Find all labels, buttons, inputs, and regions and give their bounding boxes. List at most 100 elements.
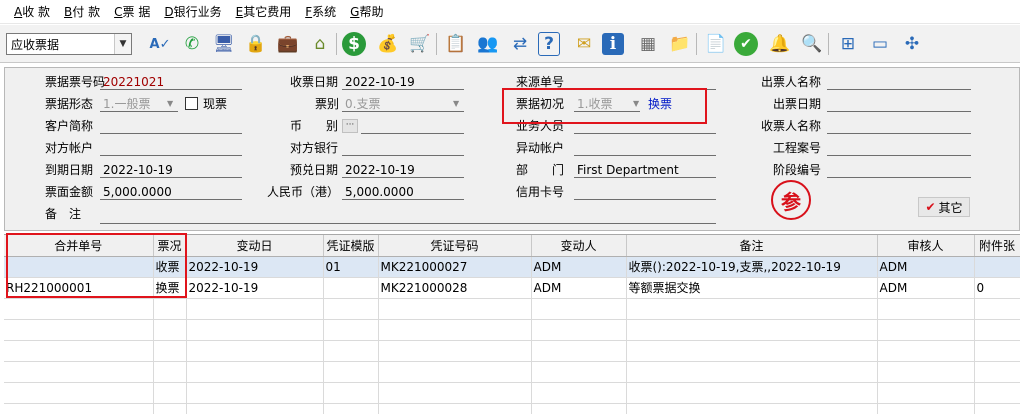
cash-checkbox[interactable]: [185, 97, 198, 110]
computer-icon[interactable]: 🖥: [210, 30, 238, 58]
table-cell: [153, 403, 187, 414]
folder-icon[interactable]: 📁: [666, 30, 694, 58]
column-header-8[interactable]: 附件张: [974, 235, 1020, 257]
remark-field[interactable]: [100, 208, 716, 224]
column-header-7[interactable]: 审核人: [877, 235, 975, 257]
menu-item-0[interactable]: A收 款: [14, 3, 50, 20]
lock-icon[interactable]: 🔒: [242, 30, 270, 58]
bill-status-label: 票据初况: [516, 97, 565, 111]
menu-item-2[interactable]: C票 据: [114, 3, 150, 20]
monitor-icon[interactable]: ▭: [866, 30, 894, 58]
remark-label: 备 注: [45, 207, 82, 221]
currency-field[interactable]: [361, 118, 464, 134]
table-cell: [626, 382, 878, 404]
table-cell: [323, 340, 379, 362]
chevron-down-icon[interactable]: ▼: [633, 96, 639, 112]
salesperson-field[interactable]: [574, 118, 716, 134]
other-button[interactable]: ✔ 其它: [918, 197, 970, 217]
credit-card-field[interactable]: [574, 184, 716, 200]
receive-date-field[interactable]: 2022-10-19: [342, 74, 464, 90]
cart-icon[interactable]: 🛒: [406, 30, 434, 58]
table-cell: [974, 340, 1020, 362]
menu-item-5[interactable]: F系统: [305, 3, 336, 20]
bill-type-select[interactable]: 0.支票: [342, 96, 464, 112]
table-cell: [378, 340, 532, 362]
spellcheck-icon[interactable]: A✓: [146, 30, 174, 58]
payee-name-field[interactable]: [827, 118, 971, 134]
counter-account-field[interactable]: [100, 140, 242, 156]
face-amount-field[interactable]: 5,000.0000: [100, 184, 242, 200]
chevron-down-icon[interactable]: ▼: [114, 34, 131, 54]
counter-bank-field[interactable]: [342, 140, 464, 156]
table-cell: [4, 319, 154, 341]
network-icon[interactable]: ✣: [898, 30, 926, 58]
info-icon[interactable]: i: [602, 33, 624, 55]
stage-no-field[interactable]: [827, 162, 971, 178]
money-bag-icon[interactable]: 💰: [374, 30, 402, 58]
table-cell: [378, 403, 532, 414]
drawer-name-field[interactable]: [827, 74, 971, 90]
ellipsis-icon[interactable]: ···: [342, 119, 358, 133]
menu-item-3[interactable]: D银行业务: [164, 3, 221, 20]
help-icon[interactable]: ?: [538, 32, 560, 56]
table-cell: [626, 298, 878, 320]
table-cell: [153, 319, 187, 341]
column-header-4[interactable]: 凭证号码: [378, 235, 532, 257]
exchange-bill-link[interactable]: 换票: [648, 96, 672, 112]
column-header-5[interactable]: 变动人: [531, 235, 627, 257]
table-cell: [186, 382, 324, 404]
calculator-icon[interactable]: ▦: [634, 30, 662, 58]
check-circle-icon[interactable]: ✔: [734, 32, 758, 56]
table-row[interactable]: RH221000001 换票 2022-10-19 MK221000028 ADM 等额票…: [4, 277, 1020, 299]
toolbar-separator: [336, 33, 337, 55]
issue-date-field[interactable]: [827, 96, 971, 112]
project-no-field[interactable]: [827, 140, 971, 156]
mail-icon[interactable]: ✉: [570, 30, 598, 58]
table-cell: [974, 319, 1020, 341]
rmb-field[interactable]: 5,000.0000: [342, 184, 464, 200]
table-cell: [4, 340, 154, 362]
due-date-field[interactable]: 2022-10-19: [100, 162, 242, 178]
bill-no-field[interactable]: 20221021: [100, 74, 242, 90]
voucher-type-combo[interactable]: 应收票据 ▼: [6, 33, 132, 55]
chevron-down-icon[interactable]: ▼: [167, 96, 173, 112]
bill-no-label: 票据票号码: [45, 75, 106, 89]
column-header-6[interactable]: 备注: [626, 235, 878, 257]
magnifier-icon[interactable]: 🔍: [798, 30, 826, 58]
change-account-field[interactable]: [574, 140, 716, 156]
dollar-icon[interactable]: $: [342, 32, 366, 56]
counter-account-label: 对方帐户: [45, 141, 94, 155]
menu-item-4[interactable]: E其它费用: [236, 3, 292, 20]
people-icon[interactable]: 👥: [474, 30, 502, 58]
house-icon[interactable]: ⌂: [306, 30, 334, 58]
menu-item-6[interactable]: G帮助: [350, 3, 383, 20]
change-history-grid: 合并单号 票况 变动日 凭证模版 凭证号码 变动人 备注 审核人 附件张 收票 2022-10-1…: [4, 234, 1020, 414]
org-chart-icon[interactable]: ⊞: [834, 30, 862, 58]
phone-icon[interactable]: ✆: [178, 30, 206, 58]
customer-short-label: 客户简称: [45, 119, 94, 133]
dept-field[interactable]: First Department: [574, 162, 716, 178]
table-cell: [323, 319, 379, 341]
column-header-3[interactable]: 凭证模版: [323, 235, 379, 257]
clipboard-icon[interactable]: 📋: [442, 30, 470, 58]
source-no-field[interactable]: [574, 74, 716, 90]
toolbar-separator: [436, 33, 437, 55]
briefcase-icon[interactable]: 💼: [274, 30, 302, 58]
bill-type-label: 票别: [315, 97, 340, 111]
menu-item-1[interactable]: B付 款: [64, 3, 100, 20]
sync-icon[interactable]: ⇄: [506, 30, 534, 58]
table-cell: [531, 403, 627, 414]
table-cell: [323, 403, 379, 414]
bill-status-select[interactable]: 1.收票: [574, 96, 640, 112]
column-header-1[interactable]: 票况: [153, 235, 187, 257]
chevron-down-icon[interactable]: ▼: [453, 96, 459, 112]
table-row[interactable]: 收票 2022-10-19 01 MK221000027 ADM 收票():2022-10…: [4, 256, 1020, 278]
table-cell: [4, 382, 154, 404]
expected-date-field[interactable]: 2022-10-19: [342, 162, 464, 178]
document-icon[interactable]: 📄: [702, 30, 730, 58]
column-header-2[interactable]: 变动日: [186, 235, 324, 257]
drawer-name-label: 出票人名称: [761, 75, 822, 89]
bell-icon[interactable]: 🔔: [766, 30, 794, 58]
customer-short-field[interactable]: [100, 118, 242, 134]
column-header-0[interactable]: 合并单号: [4, 235, 154, 257]
